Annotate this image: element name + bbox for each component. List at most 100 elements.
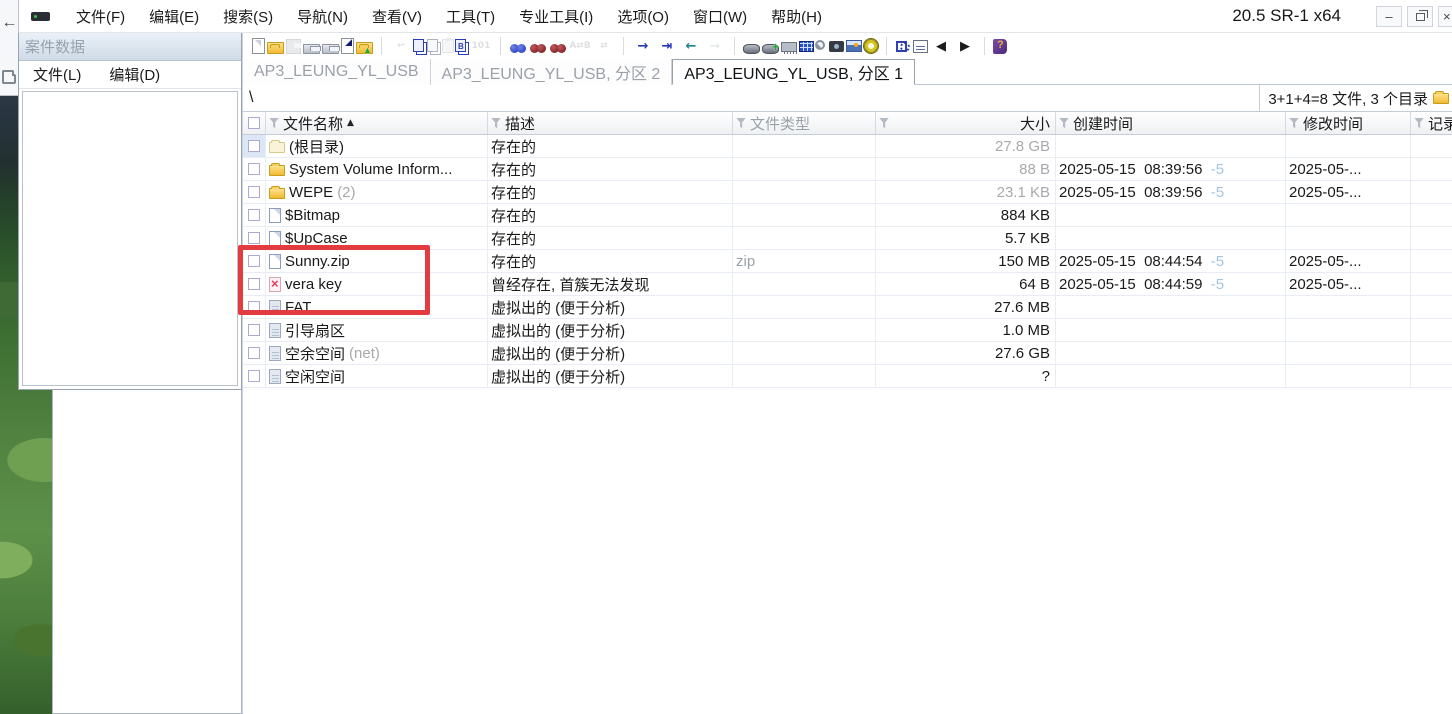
file-row[interactable]: $Bitmap 存在的 884 KB <box>243 204 1452 227</box>
column-header-5[interactable]: 创建时间 <box>1056 112 1286 134</box>
menu-item-5[interactable]: 查看(V) <box>360 1 434 32</box>
row-checkbox[interactable] <box>248 163 260 175</box>
row-checkbox[interactable] <box>248 186 260 198</box>
row-checkbox[interactable] <box>248 140 260 152</box>
new-file-icon[interactable] <box>252 38 265 54</box>
filter-icon[interactable] <box>1289 117 1299 129</box>
file-row[interactable]: 空余空间 (net) 虚拟出的 (便于分析) 27.6 GB <box>243 342 1452 365</box>
upload-folder-icon[interactable] <box>356 41 373 55</box>
tab-2[interactable]: AP3_LEUNG_YL_USB, 分区 2 <box>430 59 673 85</box>
copy-icon[interactable] <box>413 38 424 52</box>
simultaneous-search-icon[interactable] <box>895 39 911 53</box>
row-checkbox[interactable] <box>248 324 260 336</box>
size-cell: 64 B <box>876 273 1056 295</box>
filter-icon[interactable] <box>879 117 889 129</box>
select-cell <box>243 365 266 387</box>
goto-marker-icon[interactable]: ⇥ <box>656 36 678 56</box>
menu-item-6[interactable]: 工具(T) <box>434 1 507 32</box>
folder-icon <box>1433 90 1449 104</box>
created-time: 2025-05-15 08:39:56 <box>1059 160 1203 178</box>
name-cell: 空余空间 (net) <box>266 342 488 364</box>
menu-item-9[interactable]: 窗口(W) <box>681 1 759 32</box>
prev-file-icon[interactable]: ◀ <box>930 36 952 56</box>
goto-offset-icon[interactable]: → <box>632 36 654 56</box>
column-header-select[interactable] <box>243 112 266 134</box>
size-cell: 150 MB <box>876 250 1056 272</box>
data-window-tabs: AP3_LEUNG_YL_USB AP3_LEUNG_YL_USB, 分区 2 AP… <box>243 59 1452 85</box>
toolbar: ↩101A⇄B⇄→⇥←→◀▶ <box>243 33 1452 59</box>
select-all-checkbox[interactable] <box>248 117 260 129</box>
filter-icon[interactable] <box>1414 117 1424 129</box>
menu-item-1[interactable]: 文件(F) <box>64 1 137 32</box>
open-folder-icon[interactable] <box>267 41 284 54</box>
file-row[interactable]: 引导扇区 虚拟出的 (便于分析) 1.0 MB <box>243 319 1452 342</box>
menu-item-10[interactable]: 帮助(H) <box>759 1 834 32</box>
column-header-1[interactable]: 文件名称 ▲ <box>266 112 488 134</box>
screen: ← 文件(F) 编辑(E) 搜索(S) 导航(N) 查看(V) 工具(T) 专业工具(I) 选… <box>0 0 1452 714</box>
print-icon[interactable] <box>322 43 340 54</box>
hex-find-icon[interactable] <box>549 40 567 53</box>
print-preview-icon[interactable] <box>303 43 321 54</box>
add-disk-icon[interactable] <box>762 40 779 54</box>
folder-outline-icon[interactable] <box>2 70 16 84</box>
snapshot-icon[interactable] <box>829 40 844 52</box>
row-checkbox[interactable] <box>248 209 260 221</box>
case-tree-area[interactable] <box>22 91 238 386</box>
find-icon[interactable] <box>509 40 527 53</box>
column-header-6[interactable]: 修改时间 <box>1286 112 1411 134</box>
file-row[interactable]: 空闲空间 虚拟出的 (便于分析)? <box>243 365 1452 388</box>
row-checkbox[interactable] <box>248 347 260 359</box>
summary-text: 3+1+4=8 文件, 3 个目录 <box>1268 90 1428 108</box>
file-row[interactable]: WEPE (2) 存在的 23.1 KB 2025-05-15 08:39:56 -5… <box>243 181 1452 204</box>
filter-icon[interactable] <box>491 117 501 129</box>
description-cell: 存在的 <box>488 227 733 249</box>
refresh-disk-icon[interactable] <box>743 43 760 54</box>
select-cell <box>243 135 266 157</box>
file-row[interactable]: (根目录) 存在的 27.8 GB <box>243 135 1452 158</box>
undo-icon: ↩ <box>397 41 405 51</box>
register-viewer-icon[interactable] <box>913 39 928 53</box>
tab-3[interactable]: AP3_LEUNG_YL_USB, 分区 1 <box>672 59 916 85</box>
copy-hex-icon[interactable] <box>455 38 466 52</box>
ram-icon[interactable] <box>781 42 798 54</box>
menu-item-3[interactable]: 搜索(S) <box>211 1 285 32</box>
menu-item-7[interactable]: 专业工具(I) <box>507 1 605 32</box>
file-count-summary: 3+1+4=8 文件, 3 个目录 <box>1259 85 1452 111</box>
name-cell: (根目录) <box>266 135 488 157</box>
back-icon[interactable]: ← <box>680 36 702 56</box>
modified-time-cell: 2025-05-... <box>1286 158 1411 180</box>
tab-label: AP3_LEUNG_YL_USB <box>254 63 419 80</box>
menu-item-2[interactable]: 编辑(E) <box>137 1 211 32</box>
column-header-4[interactable]: 大小 <box>876 112 1056 134</box>
column-header-3[interactable]: 文件类型 <box>733 112 876 134</box>
help-icon[interactable] <box>993 38 1007 54</box>
row-checkbox[interactable] <box>248 370 260 382</box>
close-button[interactable]: × <box>1438 5 1452 27</box>
gallery-icon[interactable] <box>846 40 862 52</box>
file-type-cell <box>733 365 876 387</box>
filter-icon[interactable] <box>1059 117 1069 129</box>
minimize-button[interactable]: – <box>1376 5 1402 27</box>
find-next-icon[interactable] <box>529 40 547 53</box>
next-file-icon[interactable]: ▶ <box>954 36 976 56</box>
column-label: 创建时间 <box>1073 115 1134 133</box>
row-checkbox[interactable] <box>248 232 260 244</box>
column-header-2[interactable]: 描述 <box>488 112 733 134</box>
replace-icon: A⇄B <box>569 41 591 51</box>
case-menu-item-2[interactable]: 编辑(D) <box>95 60 174 89</box>
calculator-icon[interactable] <box>799 40 814 52</box>
magnifier-icon[interactable] <box>815 39 825 50</box>
tab-1[interactable]: AP3_LEUNG_YL_USB <box>243 59 431 85</box>
file-row[interactable]: System Volume Inform... 存在的 88 B 2025-05-15… <box>243 158 1452 181</box>
settings-gear-icon[interactable] <box>864 39 878 53</box>
menu-item-8[interactable]: 选项(O) <box>605 1 681 32</box>
case-menu-item-1[interactable]: 文件(L) <box>19 60 95 89</box>
back-arrow-icon[interactable]: ← <box>1 14 18 32</box>
restore-button[interactable] <box>1407 5 1433 27</box>
filter-icon[interactable] <box>736 117 746 129</box>
filter-icon[interactable] <box>269 117 279 129</box>
properties-icon[interactable] <box>341 38 354 54</box>
tab-label: AP3_LEUNG_YL_USB, 分区 2 <box>441 66 661 83</box>
menu-item-4[interactable]: 导航(N) <box>285 1 360 32</box>
column-header-7[interactable]: 记录 <box>1411 112 1452 134</box>
